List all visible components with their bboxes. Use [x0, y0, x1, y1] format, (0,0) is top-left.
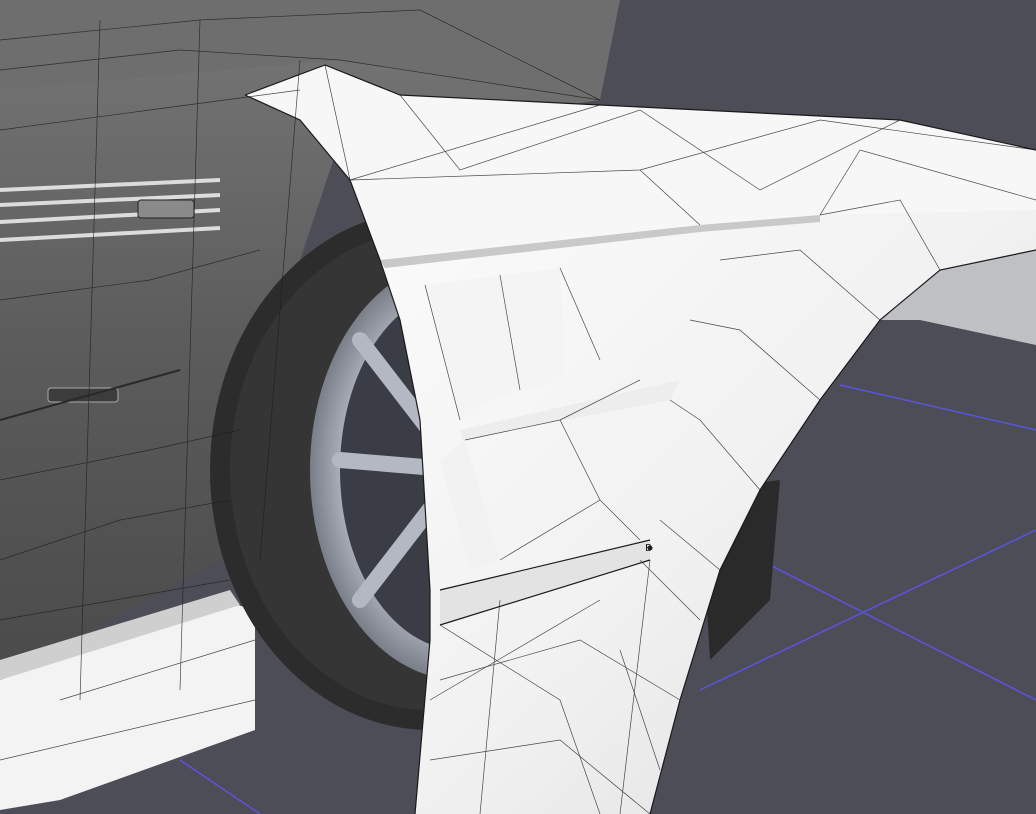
3d-viewport[interactable]: B: [0, 0, 1036, 814]
viewport-scene[interactable]: [0, 0, 1036, 814]
vertex-marker[interactable]: [647, 545, 653, 551]
